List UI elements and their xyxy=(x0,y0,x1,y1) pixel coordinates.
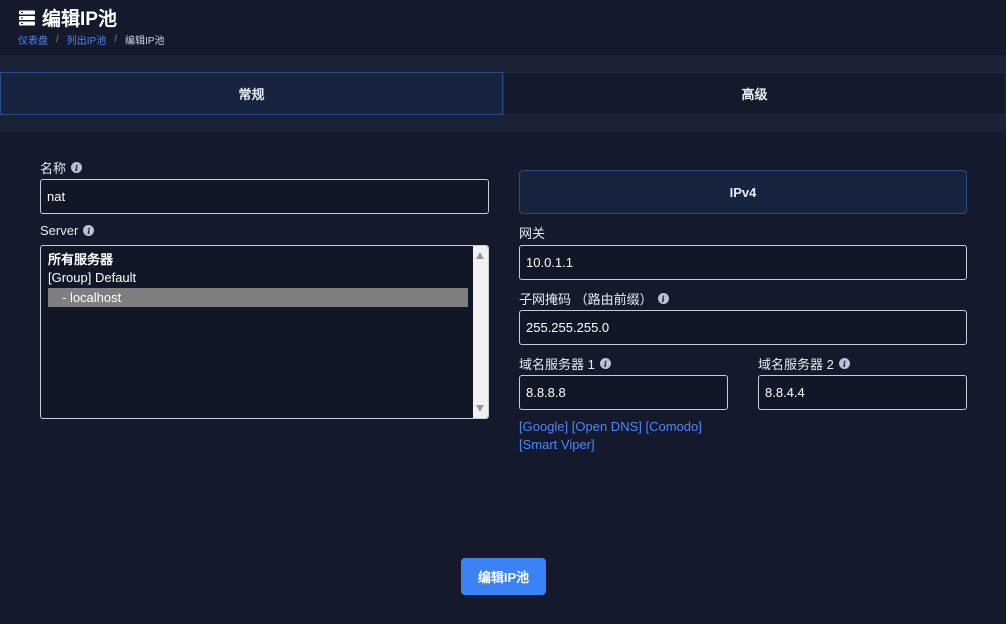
breadcrumb-current: 编辑IP池 xyxy=(125,36,165,47)
dns2-input[interactable]: 8.8.4.4 xyxy=(758,375,967,410)
ipv4-section-header: IPv4 xyxy=(519,170,967,214)
server-label: Server i xyxy=(40,223,95,238)
breadcrumb-ip-pools-link[interactable]: 列出IP池 xyxy=(67,32,106,47)
gateway-label-text: 网关 xyxy=(519,226,546,241)
breadcrumb: 仪表盘 / 列出IP池 / 编辑IP池 xyxy=(18,32,164,47)
gateway-input[interactable]: 10.0.1.1 xyxy=(519,245,967,280)
name-label-text: 名称 xyxy=(40,161,67,176)
dns-preset-smartviper-link[interactable]: [Smart Viper] xyxy=(519,437,595,452)
server-option-selected[interactable]: - localhost xyxy=(48,288,468,307)
page-title: 编辑IP池 xyxy=(18,4,117,31)
info-icon[interactable]: i xyxy=(838,358,850,369)
page-title-text: 编辑IP池 xyxy=(42,9,117,30)
edit-ip-pool-button[interactable]: 编辑IP池 xyxy=(461,558,546,595)
breadcrumb-dashboard-link[interactable]: 仪表盘 xyxy=(18,32,48,47)
server-stack-icon xyxy=(18,9,36,27)
form-panel: 名称 i nat Server i 所有服务器 [Group] Default … xyxy=(0,133,1006,624)
dns-preset-comodo-link[interactable]: [Comodo] xyxy=(646,419,702,434)
gateway-label: 网关 xyxy=(519,223,545,242)
server-select[interactable]: 所有服务器 [Group] Default - localhost xyxy=(40,245,489,419)
server-label-text: Server xyxy=(40,223,79,238)
dns2-label-text: 域名服务器 2 xyxy=(758,357,834,372)
dns1-input[interactable]: 8.8.8.8 xyxy=(519,375,728,410)
netmask-label-text: 子网掩码 （路由前缀） xyxy=(519,292,653,307)
netmask-input[interactable]: 255.255.255.0 xyxy=(519,310,967,345)
breadcrumb-separator: / xyxy=(114,34,118,45)
netmask-label: 子网掩码 （路由前缀） i xyxy=(519,289,669,308)
scroll-down-arrow-icon[interactable] xyxy=(476,405,484,412)
info-icon[interactable]: i xyxy=(599,358,611,369)
tab-bar: 常规 高级 xyxy=(0,72,1006,115)
server-option[interactable]: [Group] Default xyxy=(48,268,136,287)
breadcrumb-separator: / xyxy=(56,34,59,45)
dns-preset-links: [Google] [Open DNS] [Comodo] [Smart Vipe… xyxy=(519,418,739,454)
dns2-label: 域名服务器 2 i xyxy=(758,354,850,373)
name-label: 名称 i xyxy=(40,158,83,177)
server-option-group[interactable]: 所有服务器 xyxy=(48,249,113,268)
name-input[interactable]: nat xyxy=(40,179,489,214)
dns1-label: 域名服务器 1 i xyxy=(519,354,611,373)
info-icon[interactable]: i xyxy=(83,225,95,236)
scroll-up-arrow-icon[interactable] xyxy=(476,252,484,259)
tab-advanced[interactable]: 高级 xyxy=(503,72,1006,115)
dns-preset-google-link[interactable]: [Google] xyxy=(519,419,568,434)
tab-general[interactable]: 常规 xyxy=(0,72,503,115)
listbox-scrollbar[interactable] xyxy=(473,246,488,418)
info-icon[interactable]: i xyxy=(71,162,83,173)
page-header: 编辑IP池 仪表盘 / 列出IP池 / 编辑IP池 xyxy=(0,0,1006,55)
dns-preset-opendns-link[interactable]: [Open DNS] xyxy=(572,419,642,434)
info-icon[interactable]: i xyxy=(657,293,669,304)
dns1-label-text: 域名服务器 1 xyxy=(519,357,595,372)
